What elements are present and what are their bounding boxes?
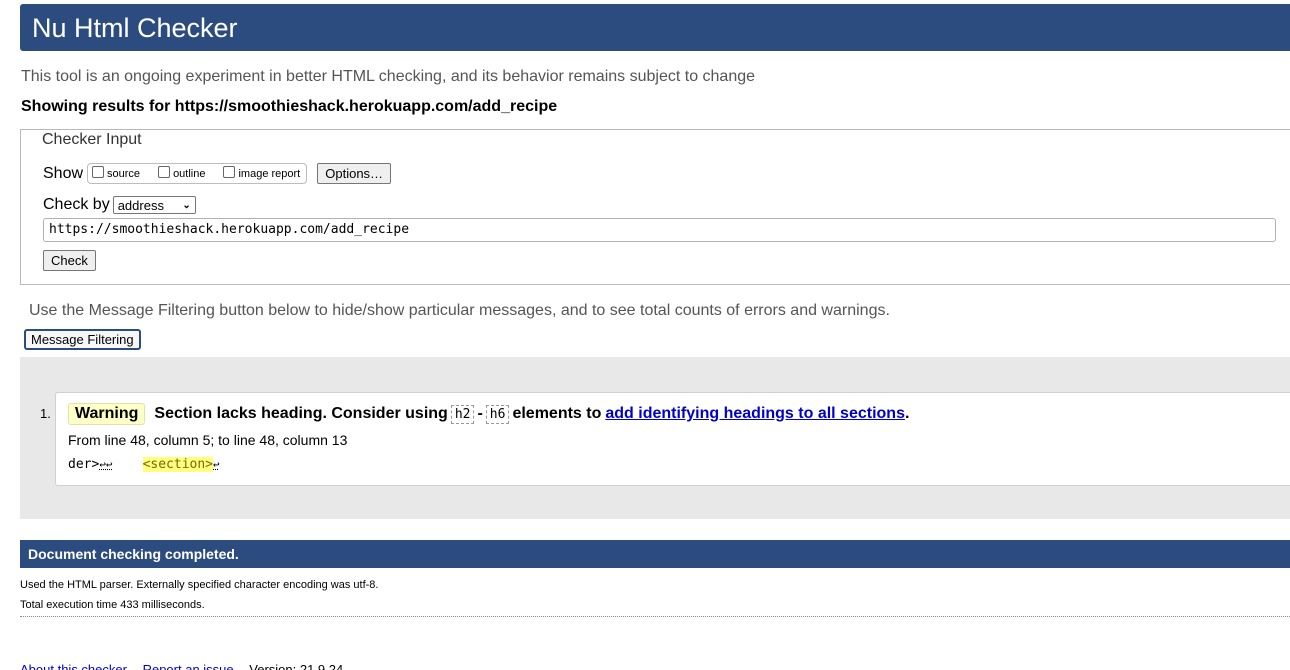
source-checkbox[interactable] [92,165,105,178]
message-filtering-button[interactable]: Message Filtering [24,329,141,350]
report-issue-link[interactable]: Report an issue [143,662,234,670]
message-end-punct: . [904,405,910,422]
outline-label[interactable]: outline [173,168,205,180]
url-input[interactable]: https://smoothieshack.herokuapp.com/add_… [43,218,1276,242]
show-label: Show [43,164,84,182]
headings-link[interactable]: add identifying headings to all sections [605,405,905,423]
showing-prefix: Showing results for [21,98,175,115]
code-extract: der>↩↩ <section>↩ [68,457,220,472]
show-row: Show source outline image report Options… [43,163,392,184]
message-text-after: elements to [512,405,602,422]
page-title: Nu Html Checker [32,13,238,43]
show-options-group: source outline image report [87,163,308,184]
chevron-down-icon: ⌄ [182,199,191,211]
showing-results: Showing results for https://smoothieshac… [21,98,557,116]
check-by-value: address [117,197,164,213]
message-text-before: Section lacks heading. Consider using [154,405,448,422]
message-text: Warning Section lacks heading. Consider … [68,403,909,425]
completion-title: Document checking completed. [28,546,239,562]
tagline: This tool is an ongoing experiment in be… [21,68,756,85]
parser-info: Used the HTML parser. Externally specifi… [20,579,379,591]
code-separator: - [477,405,483,422]
show-outline-option[interactable]: outline [158,165,205,180]
version-text: Version: 21.9.24 [249,662,344,670]
show-source-option[interactable]: source [92,165,140,180]
extract-highlight: <section> [142,457,214,472]
divider [20,616,1290,617]
check-by-label: Check by [43,196,110,213]
show-image-report-option[interactable]: image report [223,165,300,180]
showing-url: https://smoothieshack.herokuapp.com/add_… [174,98,558,115]
about-link[interactable]: About this checker [20,662,127,670]
check-by-select[interactable]: address ⌄ [112,196,196,214]
message-location: From line 48, column 5; to line 48, colu… [68,432,348,448]
title-bar: Nu Html Checker [20,4,1290,51]
extract-prefix: der> [68,457,100,472]
outline-checkbox[interactable] [158,165,171,178]
checker-input-fieldset: Checker Input [20,129,1290,285]
footer: About this checker Report an issue Versi… [20,662,343,670]
code-h6: h6 [485,404,510,424]
message-number: 1. [40,406,51,421]
extract-suffix: ↩ [213,458,220,471]
source-label[interactable]: source [107,168,140,180]
image-report-label[interactable]: image report [238,168,300,180]
execution-time: Total execution time 433 milliseconds. [20,599,205,611]
filter-note: Use the Message Filtering button below t… [29,302,890,319]
check-button[interactable]: Check [43,250,96,271]
checker-input-legend: Checker Input [41,131,143,149]
completion-details: Used the HTML parser. Externally specifi… [20,575,378,615]
check-by-row: Check by address ⌄ [43,196,196,214]
options-button[interactable]: Options… [317,163,392,184]
image-report-checkbox[interactable] [223,165,236,178]
extract-newlines: ↩↩ [99,458,113,471]
code-h2: h2 [450,404,475,424]
warning-badge: Warning [68,403,146,425]
completion-bar: Document checking completed. [20,540,1290,568]
page: Nu Html Checker This tool is an ongoing … [0,0,1290,670]
